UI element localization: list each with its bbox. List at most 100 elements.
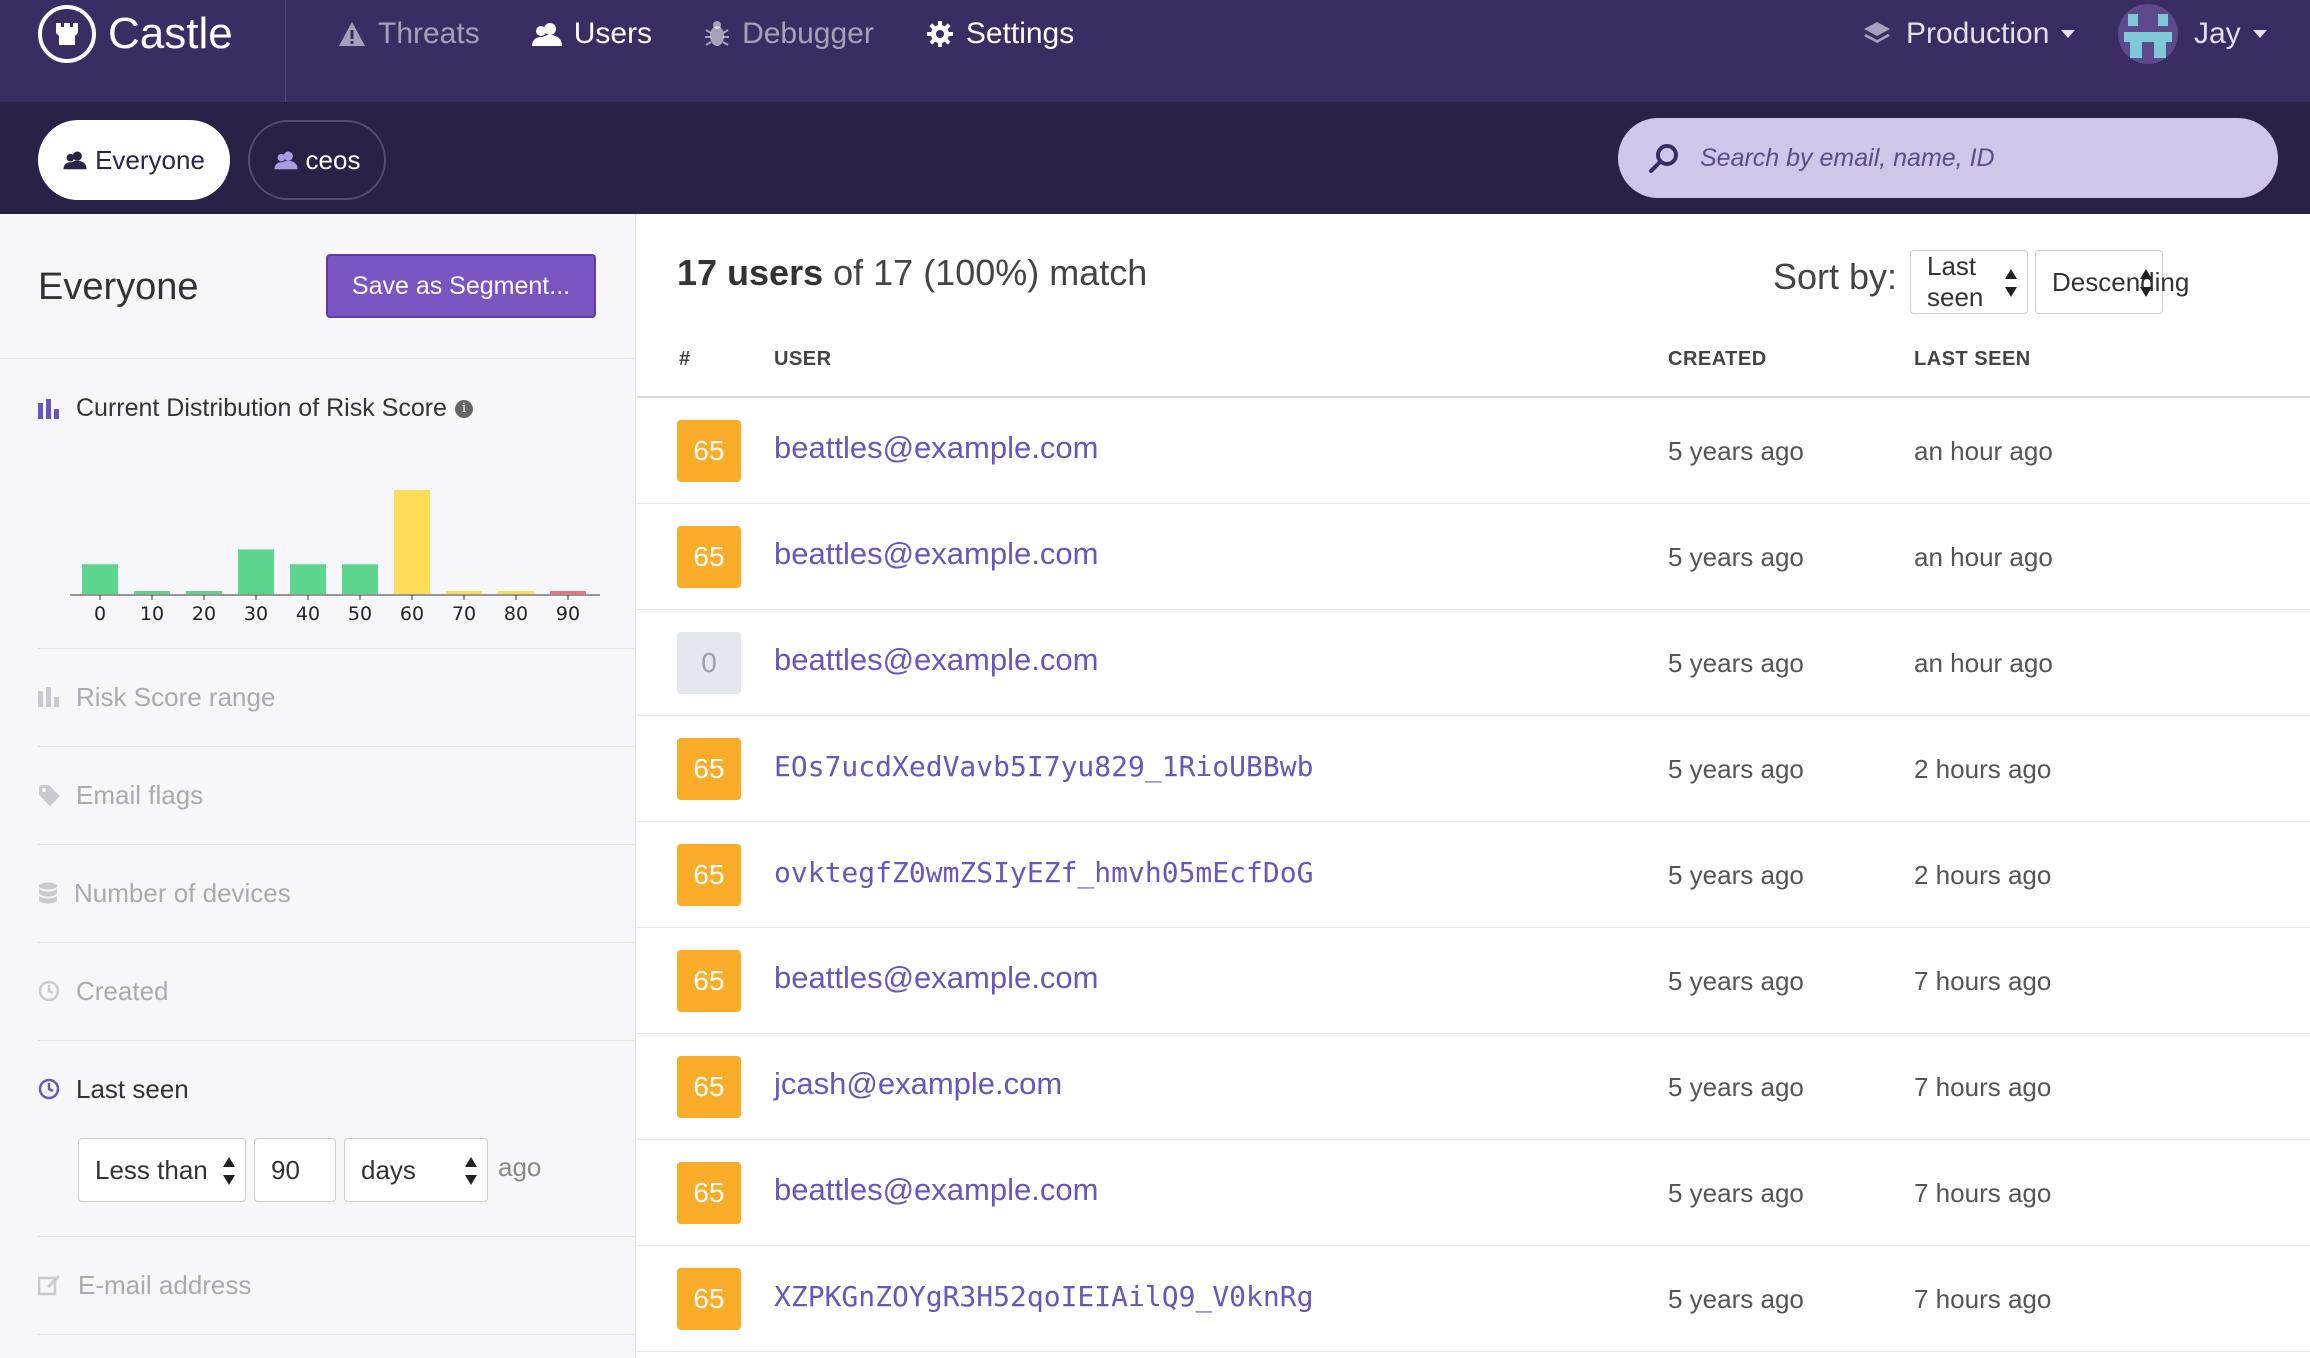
risk-score-badge: 65: [677, 950, 741, 1012]
filter-last-seen[interactable]: Last seen: [38, 1072, 189, 1106]
environment-name: Production: [1906, 17, 2050, 50]
user-link[interactable]: EOs7ucdXedVavb5I7yu829_1RioUBBwb: [774, 750, 1313, 783]
table-row[interactable]: 65 beattles@example.com 5 years ago 7 hours…: [637, 1140, 2310, 1246]
table-row[interactable]: 0 beattles@example.com 5 years ago an hour …: [637, 610, 2310, 716]
chart-bar[interactable]: [186, 591, 222, 594]
last-seen-controls: Less than 90 days ago: [78, 1138, 598, 1202]
chart-bar[interactable]: [290, 564, 326, 594]
tag-icon: [39, 785, 60, 806]
user-link[interactable]: jcash@example.com: [774, 1066, 1062, 1102]
filter-email-address[interactable]: E-mail address: [38, 1268, 251, 1302]
brand[interactable]: Castle: [38, 4, 233, 64]
chart-bar[interactable]: [498, 591, 534, 594]
nav-item-debugger[interactable]: Debugger: [704, 17, 874, 51]
filter-label: E-mail address: [78, 1269, 252, 1300]
table-row[interactable]: 65 beattles@example.com 5 years ago 7 hours…: [637, 928, 2310, 1034]
chart-tick-label: 70: [452, 603, 476, 625]
filter-email-flags[interactable]: Email flags: [38, 778, 203, 812]
info-icon[interactable]: i: [454, 399, 473, 418]
table-row[interactable]: 65 beattles@example.com 5 years ago an hour…: [637, 504, 2310, 610]
chart-tick-label: 40: [296, 603, 320, 625]
warning-icon: [339, 22, 365, 46]
nav-item-label: Users: [573, 17, 653, 50]
risk-score-badge: 65: [677, 526, 741, 588]
users-icon: [63, 151, 87, 170]
last-seen-value-input[interactable]: 90: [254, 1138, 336, 1202]
table-row[interactable]: 65 ovktegfZ0wmZSIyEZf_hmvh05mEcfDoG 5 year…: [637, 822, 2310, 928]
environment-selector[interactable]: Production: [1862, 4, 2076, 64]
segment-tab-label: Everyone: [95, 144, 205, 175]
column-header-user[interactable]: USER: [774, 348, 832, 371]
chart-tick-label: 30: [244, 603, 268, 625]
sort-field-select[interactable]: Last seen: [1910, 250, 2028, 314]
users-icon: [273, 151, 298, 170]
user-last-seen: 7 hours ago: [1914, 1284, 2052, 1314]
search-input[interactable]: [1700, 143, 2240, 173]
user-created: 5 years ago: [1668, 648, 1804, 678]
user-link[interactable]: beattles@example.com: [774, 960, 1098, 996]
column-header-last-seen[interactable]: LAST SEEN: [1914, 348, 2031, 371]
filter-label: Email flags: [76, 779, 204, 810]
bar-chart-icon: [38, 687, 59, 707]
save-segment-button[interactable]: Save as Segment...: [326, 254, 596, 318]
clock-icon: [38, 1078, 60, 1100]
segment-tab-everyone[interactable]: Everyone: [38, 120, 230, 200]
chart-tick-label: 20: [192, 603, 216, 625]
user-link[interactable]: XZPKGnZOYgR3H52qoIEIAilQ9_V0knRg: [774, 1280, 1313, 1313]
chart-tick-label: 60: [400, 603, 424, 625]
nav-item-label: Debugger: [742, 17, 874, 50]
risk-score-badge: 65: [677, 738, 741, 800]
risk-score-badge: 65: [677, 1056, 741, 1118]
chart-bar[interactable]: [342, 564, 378, 594]
sort-order-select[interactable]: Descending: [2035, 250, 2189, 314]
divider: [38, 1040, 636, 1041]
risk-score-badge: 65: [677, 844, 741, 906]
filter-risk-score-range[interactable]: Risk Score range: [38, 680, 275, 714]
chart-bar[interactable]: [134, 591, 170, 594]
chart-bar[interactable]: [238, 549, 274, 594]
segment-bar: Everyone ceos: [0, 102, 2310, 214]
user-link[interactable]: beattles@example.com: [774, 430, 1098, 466]
table-row[interactable]: 65 XZPKGnZOYgR3H52qoIEIAilQ9_V0knRg 5 year…: [637, 1246, 2310, 1352]
nav-item-users[interactable]: Users: [531, 17, 653, 51]
table-row[interactable]: 65 EOs7ucdXedVavb5I7yu829_1RioUBBwb 5 year…: [637, 716, 2310, 822]
user-link[interactable]: beattles@example.com: [774, 1172, 1098, 1208]
match-count: 17 users of 17 (100%) match: [677, 252, 1147, 294]
nav-item-threats[interactable]: Threats: [338, 17, 480, 51]
select-value: Descending: [2052, 266, 2190, 297]
table-row[interactable]: 65 jcash@example.com 5 years ago 7 hours ag…: [637, 1034, 2310, 1140]
user-last-seen: 2 hours ago: [1914, 754, 2052, 784]
user-created: 5 years ago: [1668, 754, 1804, 784]
chart-bar[interactable]: [394, 490, 430, 594]
column-header-created[interactable]: CREATED: [1668, 348, 1767, 371]
bug-icon: [705, 21, 730, 46]
filter-number-of-devices[interactable]: Number of devices: [38, 876, 291, 910]
brand-divider: [285, 0, 286, 102]
user-link[interactable]: beattles@example.com: [774, 642, 1098, 678]
last-seen-operator-select[interactable]: Less than: [78, 1138, 246, 1202]
filter-sidebar: Everyone Save as Segment... Current Dist…: [0, 214, 636, 1358]
table-row[interactable]: 65 beattles@example.com 5 years ago an hour…: [637, 398, 2310, 504]
user-last-seen: 7 hours ago: [1914, 966, 2052, 996]
user-created: 5 years ago: [1668, 966, 1804, 996]
nav-item-settings[interactable]: Settings: [926, 17, 1074, 51]
user-link[interactable]: ovktegfZ0wmZSIyEZf_hmvh05mEcfDoG: [774, 856, 1313, 889]
chart-bar[interactable]: [82, 564, 118, 594]
match-count-users: 17 users: [677, 252, 824, 293]
select-value: days: [361, 1154, 416, 1185]
user-menu[interactable]: Jay: [2118, 4, 2267, 64]
chart-bar[interactable]: [446, 591, 482, 594]
last-seen-unit-select[interactable]: days: [344, 1138, 488, 1202]
input-value: 90: [271, 1154, 300, 1185]
segment-tab-ceos[interactable]: ceos: [248, 120, 386, 200]
filter-created[interactable]: Created: [38, 974, 169, 1008]
search-icon: [1649, 144, 1678, 173]
segment-title: Everyone: [38, 266, 199, 308]
chart-bar[interactable]: [550, 591, 586, 594]
risk-score-badge: 65: [677, 1268, 741, 1330]
edit-icon: [38, 1274, 61, 1296]
chart-tick-label: 10: [140, 603, 164, 625]
avatar: [2118, 4, 2178, 64]
user-link[interactable]: beattles@example.com: [774, 536, 1098, 572]
bar-chart-icon: [38, 398, 59, 419]
